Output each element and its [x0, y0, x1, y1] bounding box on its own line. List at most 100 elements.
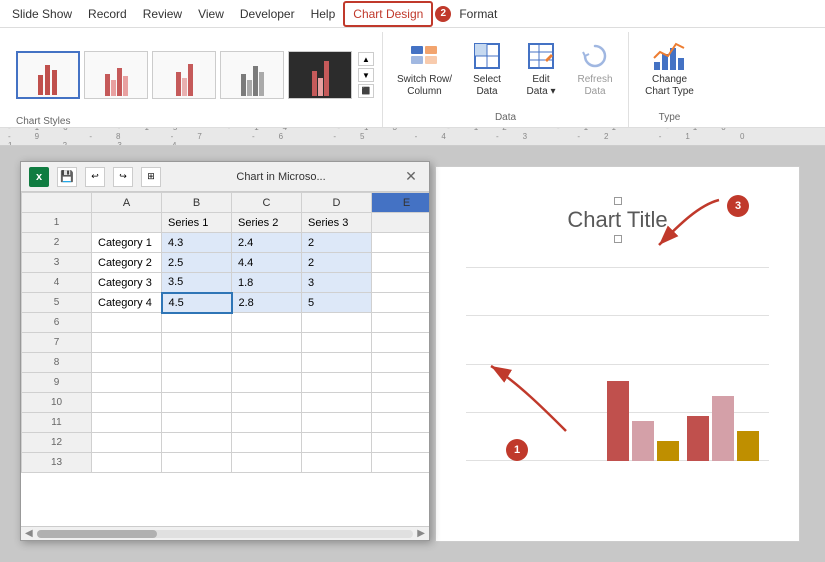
header-series2[interactable]: Series 2 [232, 213, 302, 233]
cell-b4[interactable]: 3.5 [162, 273, 232, 293]
refresh-data-label: RefreshData [578, 74, 613, 98]
bar [607, 381, 629, 461]
edit-data-label: EditData ▾ [527, 74, 556, 98]
chart-style-1[interactable] [16, 51, 80, 99]
cell-b5[interactable]: 4.5 [162, 293, 232, 313]
chart-style-4[interactable] [220, 51, 284, 99]
spreadsheet-grid[interactable]: A B C D E 1 Series 1 Series 2 Series 3 [21, 192, 429, 526]
redo-btn[interactable]: ↪ [113, 167, 133, 187]
menu-developer[interactable]: Developer [232, 3, 303, 25]
type-section-label: Type [659, 112, 681, 127]
cell-a4[interactable]: Category 3 [92, 273, 162, 293]
badge-2: 2 [435, 6, 451, 22]
row-num-1: 1 [22, 213, 92, 233]
menu-slide-show[interactable]: Slide Show [4, 3, 80, 25]
table-row: 2 Category 1 4.3 2.4 2 [22, 233, 430, 253]
horizontal-scrollbar[interactable]: ◀ ▶ [21, 526, 429, 540]
col-d[interactable]: D [302, 193, 372, 213]
cell-d3[interactable]: 2 [302, 253, 372, 273]
cell-a3[interactable]: Category 2 [92, 253, 162, 273]
col-b[interactable]: B [162, 193, 232, 213]
cell-c2[interactable]: 2.4 [232, 233, 302, 253]
header-series1[interactable]: Series 1 [162, 213, 232, 233]
bar [632, 421, 654, 461]
col-a[interactable]: A [92, 193, 162, 213]
chart-style-3[interactable] [152, 51, 216, 99]
select-data-icon [471, 40, 503, 72]
cell-e5[interactable] [372, 293, 430, 313]
chart-styles-scroll: ▲ ▼ ⬛ [358, 52, 374, 98]
bar-group-1 [607, 381, 679, 461]
cell-b3[interactable]: 2.5 [162, 253, 232, 273]
table-btn[interactable]: ⊞ [141, 167, 161, 187]
scrollbar-track[interactable] [37, 530, 414, 538]
cell-a2[interactable]: Category 1 [92, 233, 162, 253]
header-e[interactable] [372, 213, 430, 233]
title-handle-top[interactable] [614, 197, 622, 205]
ribbon-data-section: Switch Row/Column SelectData [383, 32, 629, 127]
spreadsheet-titlebar: x 💾 ↩ ↪ ⊞ Chart in Microso... ✕ [21, 162, 429, 192]
cell-e2[interactable] [372, 233, 430, 253]
excel-icon: x [29, 167, 49, 187]
bar-group-2 [687, 396, 759, 461]
edit-data-button[interactable]: EditData ▾ [516, 36, 566, 102]
annotation-1-badge: 1 [506, 439, 528, 461]
title-handle-bottom[interactable] [614, 235, 622, 243]
scroll-up[interactable]: ▲ [358, 52, 374, 66]
main-area: x 💾 ↩ ↪ ⊞ Chart in Microso... ✕ A B C D … [0, 146, 825, 562]
header-series3[interactable]: Series 3 [302, 213, 372, 233]
chart-style-5[interactable] [288, 51, 352, 99]
switch-row-col-icon [409, 40, 441, 72]
bar [737, 431, 759, 461]
cell-d2[interactable]: 2 [302, 233, 372, 253]
cell-a5[interactable]: Category 4 [92, 293, 162, 313]
ribbon: ▲ ▼ ⬛ Chart Styles Switch Row/Column [0, 28, 825, 128]
cell-c4[interactable]: 1.8 [232, 273, 302, 293]
cell-c5[interactable]: 2.8 [232, 293, 302, 313]
table-row: 8 [22, 353, 430, 373]
switch-row-col-button[interactable]: Switch Row/Column [391, 36, 458, 102]
ruler-inner: -16 -15 -14 -13 -12 -11 -10 -9 -8 -7 -6 … [0, 128, 825, 145]
table-header-row: 1 Series 1 Series 2 Series 3 [22, 213, 430, 233]
table-row: 13 [22, 453, 430, 473]
cell-c3[interactable]: 4.4 [232, 253, 302, 273]
scroll-down[interactable]: ▼ [358, 68, 374, 82]
bar [657, 441, 679, 461]
spreadsheet-panel: x 💾 ↩ ↪ ⊞ Chart in Microso... ✕ A B C D … [20, 161, 430, 541]
chart-styles-row: ▲ ▼ ⬛ [16, 36, 374, 114]
header-a[interactable] [92, 213, 162, 233]
cell-b2[interactable]: 4.3 [162, 233, 232, 253]
switch-row-col-label: Switch Row/Column [397, 74, 452, 98]
menu-format[interactable]: Format [451, 3, 505, 25]
save-btn[interactable]: 💾 [57, 167, 77, 187]
bar [712, 396, 734, 461]
menu-review[interactable]: Review [135, 3, 190, 25]
select-data-button[interactable]: SelectData [462, 36, 512, 102]
row-num-4: 4 [22, 273, 92, 293]
chart-styles-section: ▲ ▼ ⬛ Chart Styles [8, 32, 383, 127]
annotation-1-arrow [486, 361, 586, 441]
spreadsheet-close[interactable]: ✕ [401, 167, 421, 187]
cell-e3[interactable] [372, 253, 430, 273]
refresh-data-button[interactable]: RefreshData [570, 36, 620, 102]
chart-style-2[interactable] [84, 51, 148, 99]
col-c[interactable]: C [232, 193, 302, 213]
annotation-3-badge: 3 [727, 195, 749, 217]
scrollbar-thumb[interactable] [37, 530, 157, 538]
data-section-label: Data [495, 112, 516, 127]
cell-d4[interactable]: 3 [302, 273, 372, 293]
bar [687, 416, 709, 461]
menu-record[interactable]: Record [80, 3, 135, 25]
menu-view[interactable]: View [190, 3, 232, 25]
cell-d5[interactable]: 5 [302, 293, 372, 313]
undo-btn[interactable]: ↩ [85, 167, 105, 187]
chart-styles-label: Chart Styles [16, 114, 374, 127]
menu-help[interactable]: Help [303, 3, 344, 25]
cell-e4[interactable] [372, 273, 430, 293]
scroll-expand[interactable]: ⬛ [358, 84, 374, 98]
select-data-label: SelectData [473, 74, 501, 98]
change-chart-type-button[interactable]: ChangeChart Type [637, 36, 702, 102]
col-e[interactable]: E [372, 193, 430, 213]
table-row: 9 [22, 373, 430, 393]
menu-chart-design[interactable]: Chart Design [343, 1, 433, 27]
